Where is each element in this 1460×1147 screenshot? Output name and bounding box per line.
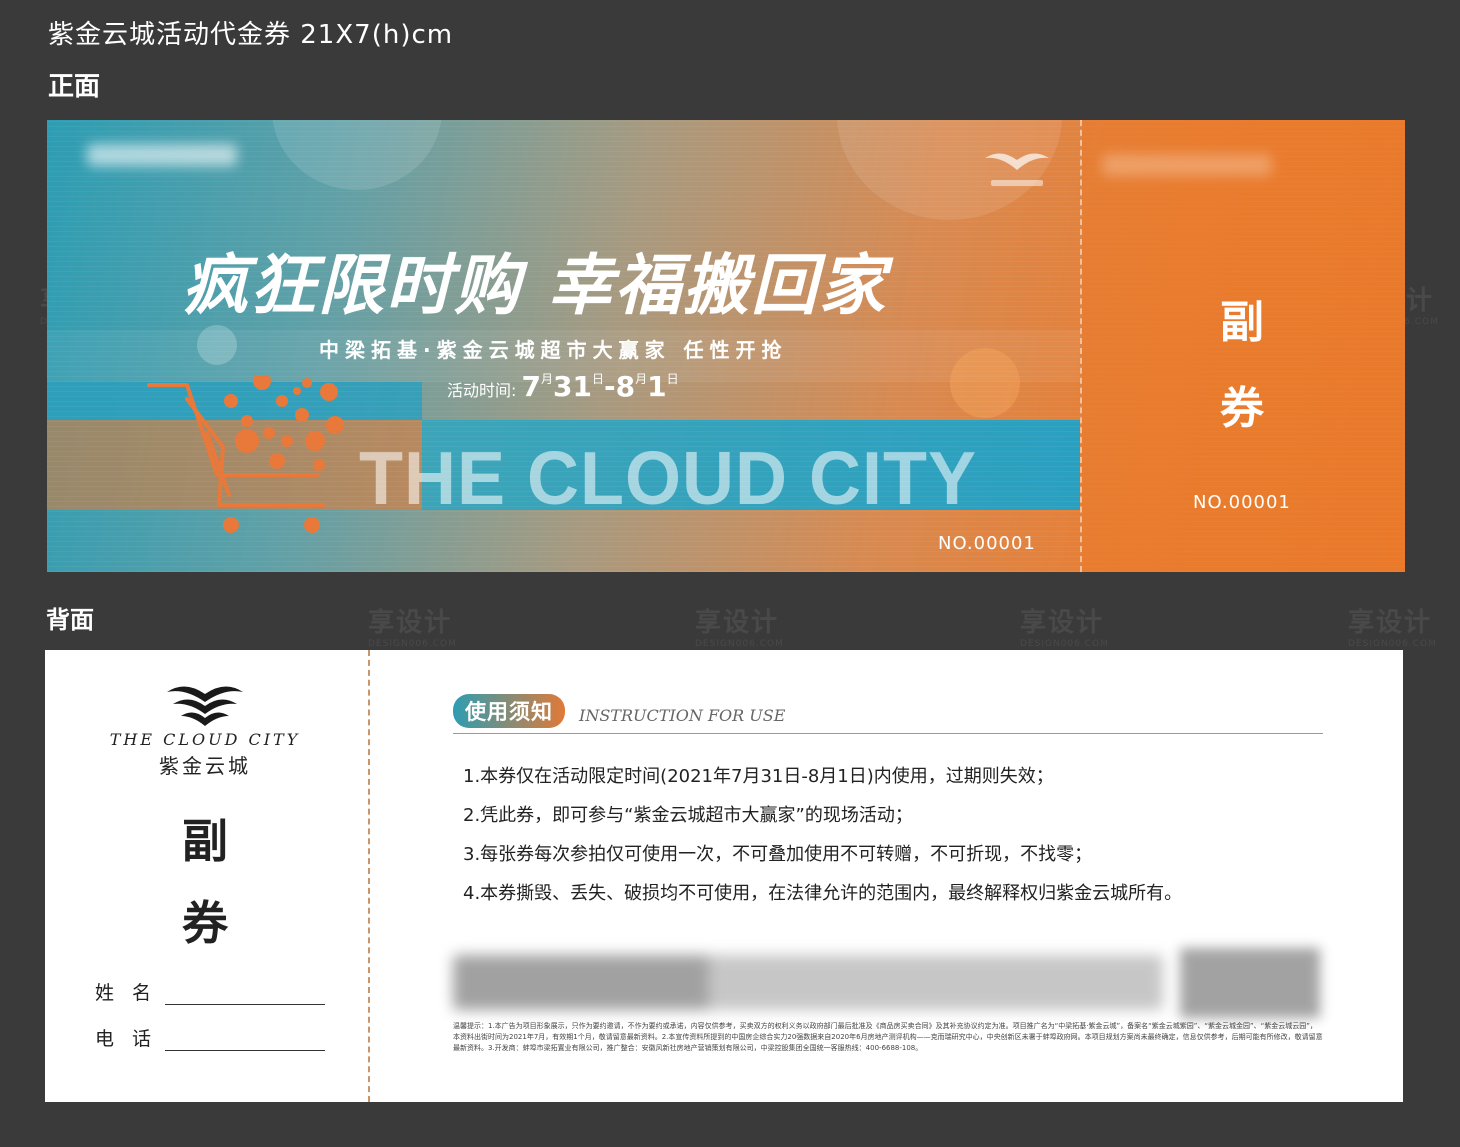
- activity-date: 活动时间: 7月31日-8月1日: [447, 370, 679, 403]
- rule-item: 2.凭此券，即可参与“紫金云城超市大赢家”的现场活动；: [463, 805, 913, 826]
- watermark: 享设计DESIGN006.COM: [1348, 602, 1437, 649]
- date-part: 7: [521, 370, 541, 403]
- watermark: 享设计DESIGN006.COM: [368, 602, 457, 649]
- phone-input-line[interactable]: [165, 1030, 326, 1051]
- document-title: 紫金云城活动代金券 21X7(h)cm: [48, 20, 454, 50]
- date-part: 月: [635, 372, 648, 386]
- voucher-back: THE CLOUD CITY 紫金云城 副券 姓 名 电 话 使用须知 INST…: [45, 650, 1403, 1102]
- rule-item: 3.每张券每次参拍仅可使用一次，不可叠加使用不可转赠，不可折现，不找零；: [463, 844, 1093, 865]
- instructions-title: 使用须知: [453, 694, 565, 728]
- watermark-text: 享设计: [1348, 608, 1433, 638]
- name-field-label: 姓 名: [95, 982, 158, 1004]
- date-part: 31: [553, 370, 592, 403]
- front-headline: 疯狂限时购 幸福搬回家: [182, 246, 887, 324]
- voucher-front: 疯狂限时购 幸福搬回家 中梁拓基·紫金云城超市大赢家 任性开抢 活动时间: 7月…: [47, 120, 1405, 572]
- english-title: THE CLOUD CITY: [359, 437, 977, 521]
- watermark-sub: DESIGN006.COM: [1348, 639, 1437, 649]
- watermark-sub: DESIGN006.COM: [1020, 639, 1109, 649]
- name-input-line[interactable]: [165, 984, 326, 1005]
- date-part: 日: [666, 372, 679, 386]
- brand-name-cn: 紫金云城: [159, 754, 251, 778]
- date-part: -8: [603, 370, 636, 403]
- brand-logo-icon: [985, 153, 1049, 186]
- watermark: 享设计DESIGN006.COM: [1020, 602, 1109, 649]
- divider: [453, 733, 1323, 734]
- front-subtitle: 中梁拓基·紫金云城超市大赢家 任性开抢: [319, 338, 788, 362]
- brand-logo-icon: [167, 686, 243, 726]
- watermark-text: 享设计: [1020, 608, 1105, 638]
- front-side-label: 正面: [48, 72, 101, 102]
- stub-title: 副券: [182, 814, 228, 950]
- name-field: 姓 名: [95, 978, 326, 1005]
- tear-line: [1080, 120, 1082, 572]
- watermark-text: 享设计: [695, 608, 780, 638]
- back-side-label: 背面: [46, 606, 94, 634]
- tear-line: [368, 650, 370, 1102]
- shopping-cart-icon: [147, 375, 344, 533]
- blurred-contact-info: [453, 955, 1163, 1010]
- watermark: 享设计DESIGN006.COM: [695, 602, 784, 649]
- rule-item: 1.本券仅在活动限定时间(2021年7月31日-8月1日)内使用，过期则失效；: [463, 766, 1054, 787]
- blurred-qr-code: [1180, 948, 1320, 1018]
- disclaimer-text: 温馨提示：1.本广告为项目形象展示，只作为要约邀请，不作为要约或承诺，内容仅供参…: [453, 1022, 1323, 1052]
- stub-title: 副券: [1220, 297, 1264, 434]
- instructions-title-en: INSTRUCTION FOR USE: [579, 706, 786, 725]
- date-part: 1: [647, 370, 667, 403]
- watermark-sub: DESIGN006.COM: [695, 639, 784, 649]
- watermark-text: 享设计: [368, 608, 453, 638]
- brand-name-en: THE CLOUD CITY: [109, 730, 301, 749]
- activity-date-label: 活动时间:: [447, 381, 517, 400]
- stub-serial-number: NO.00001: [1193, 492, 1291, 513]
- rule-item: 4.本券撕毁、丢失、破损均不可使用，在法律允许的范围内，最终解释权归紫金云城所有…: [463, 883, 1183, 904]
- serial-number: NO.00001: [938, 533, 1036, 554]
- phone-field-label: 电 话: [95, 1028, 158, 1050]
- date-part: 月: [540, 372, 553, 386]
- watermark-sub: DESIGN006.COM: [368, 639, 457, 649]
- phone-field: 电 话: [95, 1024, 326, 1051]
- blurred-logo: [87, 144, 237, 166]
- date-part: 日: [591, 372, 604, 386]
